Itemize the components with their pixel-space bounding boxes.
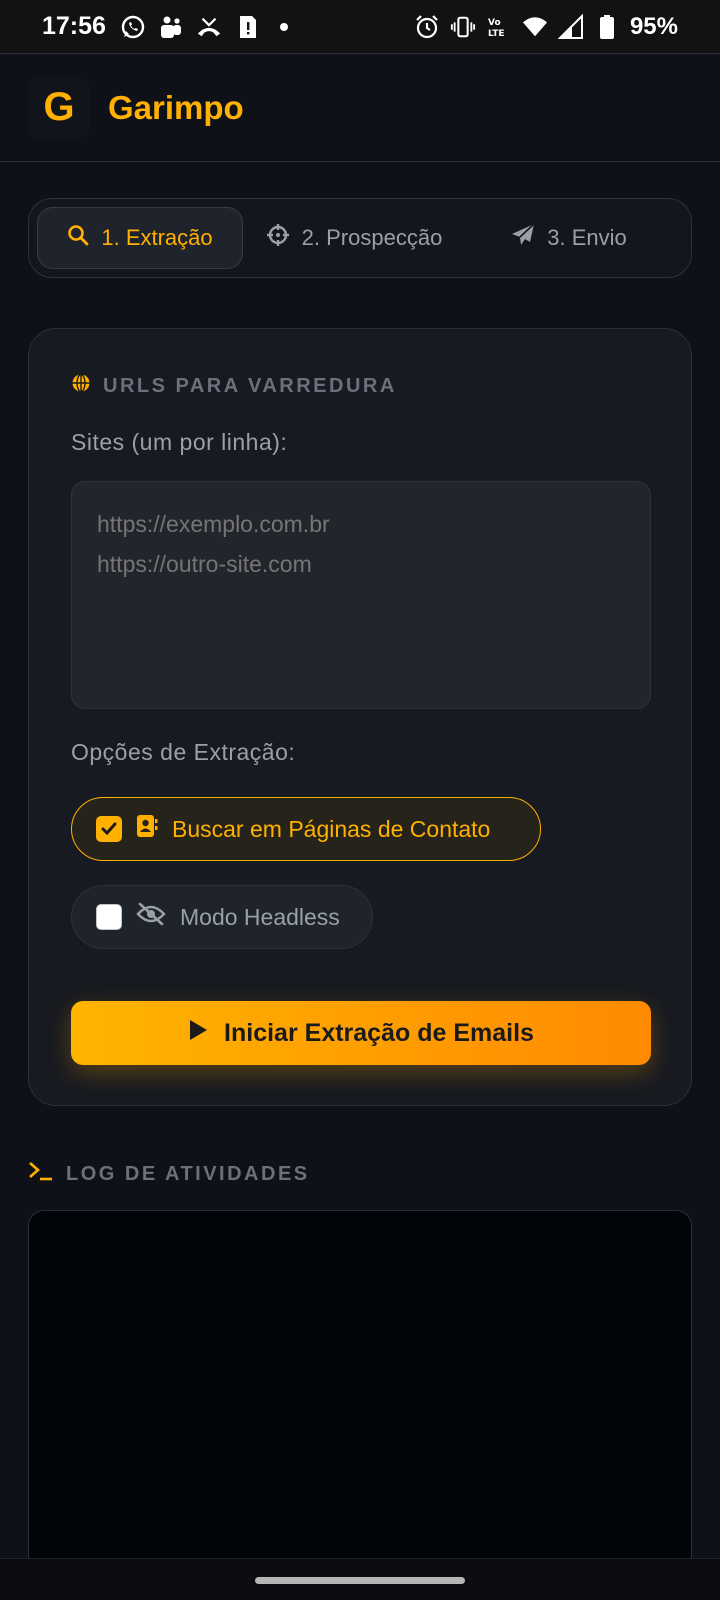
headless-checkbox[interactable]	[96, 904, 122, 930]
section-title-text: URLS PARA VARREDURA	[103, 374, 397, 397]
home-gesture-handle[interactable]	[255, 1577, 465, 1584]
tab-label: 3. Envio	[547, 225, 627, 250]
options-label: Opções de Extração:	[71, 739, 296, 765]
option-headless[interactable]: Modo Headless	[71, 885, 373, 949]
battery-icon	[594, 14, 620, 40]
more-notifications-dot	[279, 22, 288, 31]
svg-text:LTE: LTE	[488, 29, 505, 39]
contact-pages-checkbox[interactable]	[96, 816, 122, 842]
contact-card-icon	[136, 814, 158, 844]
app-logo: G	[28, 76, 90, 139]
log-title-text: LOG DE ATIVIDADES	[66, 1162, 310, 1185]
section-title: URLS PARA VARREDURA	[71, 373, 397, 399]
log-title: LOG DE ATIVIDADES	[28, 1160, 310, 1188]
teams-icon	[158, 14, 184, 40]
sites-label: Sites (um por linha):	[71, 429, 288, 455]
option-contact-pages[interactable]: Buscar em Páginas de Contato	[71, 797, 541, 861]
app-title: Garimpo	[108, 88, 244, 126]
start-extraction-label: Iniciar Extração de Emails	[224, 1018, 534, 1047]
vibrate-icon	[450, 14, 476, 40]
eye-slash-icon	[136, 902, 166, 932]
sites-textarea[interactable]	[71, 481, 651, 709]
terminal-icon	[28, 1160, 54, 1188]
whatsapp-icon	[120, 14, 146, 40]
logo-letter: G	[43, 85, 75, 129]
tab-envio[interactable]: 3. Envio	[465, 207, 673, 269]
start-extraction-button[interactable]: Iniciar Extração de Emails	[71, 1001, 651, 1065]
paper-plane-icon	[511, 223, 535, 253]
alarm-icon	[414, 14, 440, 40]
crosshair-icon	[266, 223, 290, 253]
alert-message-icon	[234, 14, 260, 40]
option-label: Modo Headless	[180, 903, 340, 930]
battery-percent: 95%	[629, 12, 678, 40]
app-header: G Garimpo	[0, 54, 720, 162]
system-nav-bar	[0, 1558, 720, 1600]
tab-prospeccao[interactable]: 2. Prospecção	[243, 207, 465, 269]
tab-extracao[interactable]: 1. Extração	[37, 207, 243, 269]
system-icons: Vo LTE 95%	[414, 13, 678, 41]
globe-icon	[71, 373, 91, 399]
svg-text:Vo: Vo	[488, 18, 501, 28]
notification-icons	[120, 14, 288, 40]
volte-icon: Vo LTE	[486, 14, 512, 40]
play-icon	[188, 1019, 208, 1048]
wifi-icon	[522, 14, 548, 40]
option-label: Buscar em Páginas de Contato	[172, 815, 491, 842]
tab-label: 1. Extração	[101, 225, 213, 250]
signal-icon	[557, 13, 584, 40]
search-icon	[67, 224, 89, 252]
extraction-card: URLS PARA VARREDURA Sites (um por linha)…	[28, 328, 692, 1106]
activity-log[interactable]	[28, 1210, 692, 1600]
status-time: 17:56	[42, 12, 106, 40]
missed-call-icon	[196, 14, 222, 40]
step-tabs: 1. Extração 2. Prospecção 3. Envio	[28, 198, 692, 278]
status-bar: 17:56 Vo LTE 95%	[0, 0, 720, 54]
tab-label: 2. Prospecção	[301, 225, 443, 250]
